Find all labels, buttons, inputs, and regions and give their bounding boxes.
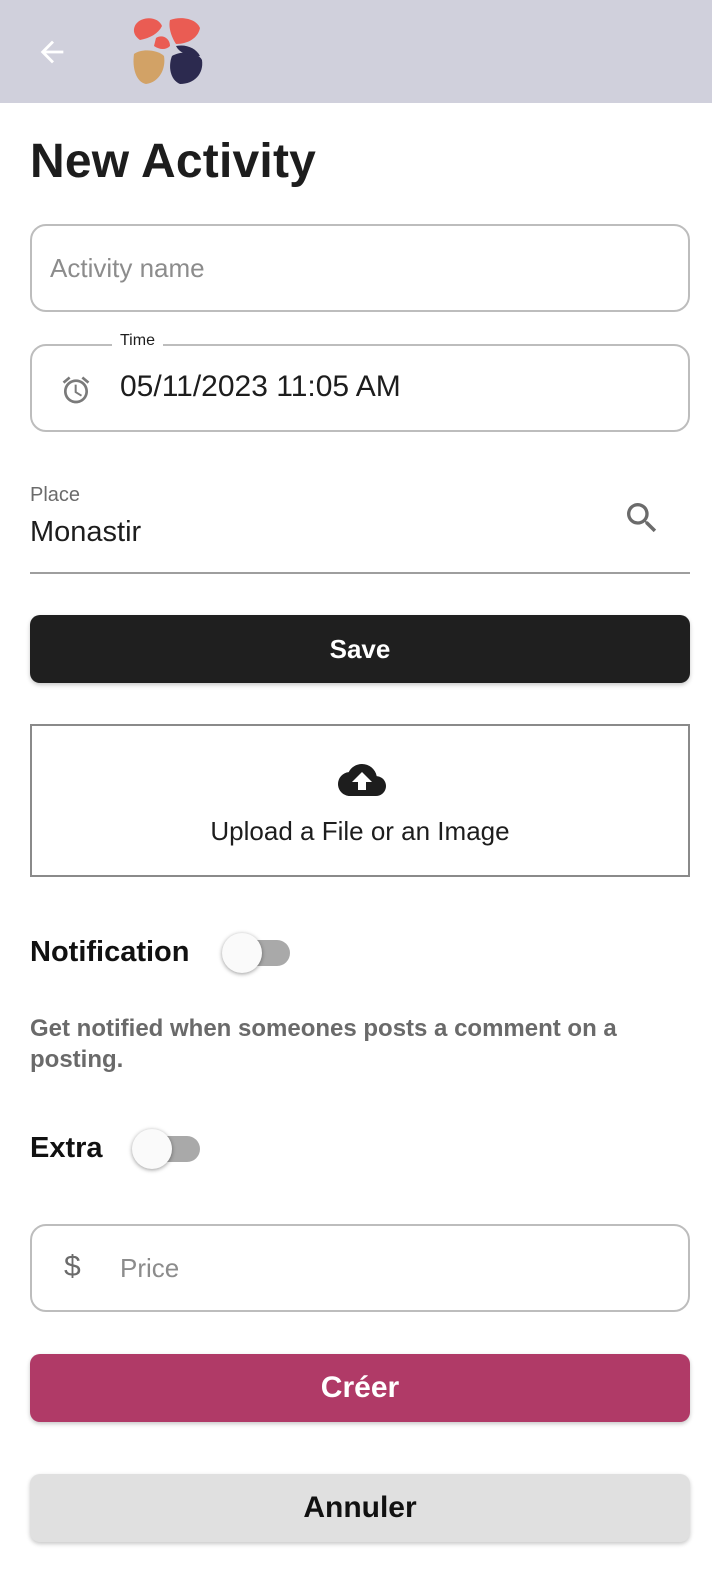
activity-name-input[interactable] bbox=[32, 226, 688, 310]
save-button[interactable]: Save bbox=[30, 615, 690, 683]
alarm-icon bbox=[62, 376, 90, 404]
notification-toggle[interactable] bbox=[222, 933, 292, 973]
place-label: Place bbox=[30, 484, 81, 506]
back-button[interactable] bbox=[30, 30, 74, 74]
time-label: Time bbox=[112, 332, 163, 350]
extra-label: Extra bbox=[30, 1132, 103, 1164]
upload-file-area[interactable]: Upload a File or an Image bbox=[30, 724, 690, 877]
place-value[interactable]: Monastir bbox=[30, 516, 141, 549]
place-underline bbox=[30, 572, 690, 574]
app-bar bbox=[0, 0, 712, 103]
time-value: 05/11/2023 11:05 AM bbox=[120, 370, 401, 403]
page-title: New Activity bbox=[30, 135, 317, 188]
cancel-button[interactable]: Annuler bbox=[30, 1474, 690, 1542]
notification-description: Get notified when someones posts a comme… bbox=[30, 1015, 617, 1073]
price-input[interactable] bbox=[32, 1226, 688, 1310]
toggle-thumb bbox=[222, 933, 262, 973]
toggle-thumb bbox=[132, 1129, 172, 1169]
app-logo bbox=[133, 18, 203, 84]
create-button[interactable]: Créer bbox=[30, 1354, 690, 1422]
extra-toggle[interactable] bbox=[132, 1129, 202, 1169]
activity-name-field[interactable] bbox=[30, 224, 690, 312]
search-icon[interactable] bbox=[622, 498, 662, 538]
cloud-upload-icon bbox=[338, 764, 386, 796]
time-field[interactable]: Time 05/11/2023 11:05 AM bbox=[30, 332, 690, 432]
upload-label: Upload a File or an Image bbox=[210, 816, 510, 846]
price-field[interactable]: $ bbox=[30, 1224, 690, 1312]
arrow-left-icon bbox=[40, 40, 64, 64]
notification-label: Notification bbox=[30, 936, 190, 968]
